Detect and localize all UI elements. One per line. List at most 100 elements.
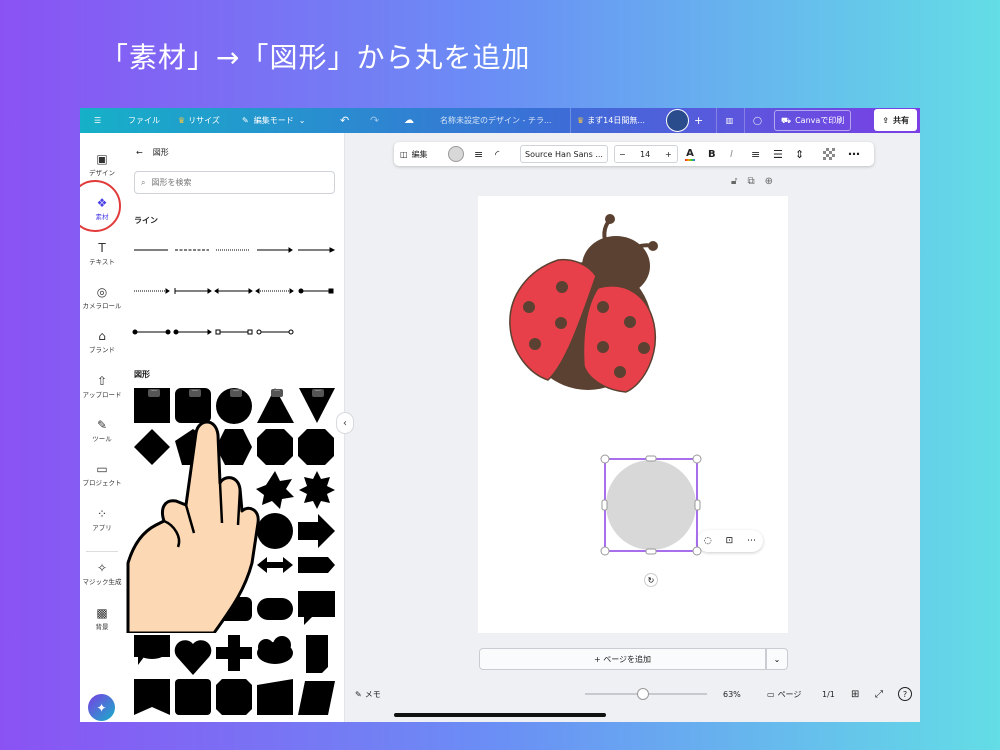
pencil-icon: ✎ <box>242 116 249 125</box>
magic-assistant-button[interactable]: ✦ <box>88 694 115 721</box>
shape-more-icon[interactable]: ··· <box>312 389 324 397</box>
comment-icon[interactable]: ◯ <box>744 108 770 133</box>
list-icon[interactable]: ☰ <box>773 142 783 166</box>
pages-button[interactable]: ▭ ページ <box>767 682 801 706</box>
more-icon[interactable]: ⋯ <box>747 536 756 546</box>
rail-item-upload[interactable]: ⇧ アップロード <box>80 373 124 399</box>
camera-icon: ◎ <box>96 285 108 299</box>
edit-mode-label: 編集モード <box>253 116 294 125</box>
side-rail: ▣ デザイン ❖ 素材 T テキスト ◎ カメラロール ⌂ ブランド ⇧ アップロード ✎ ツ… <box>80 133 124 722</box>
font-size-decrease-button[interactable]: − <box>619 142 626 166</box>
trial-label: まず14日間無... <box>587 116 645 125</box>
background-icon: ▩ <box>96 606 108 620</box>
print-button[interactable]: ⛟ Canvaで印刷 <box>774 110 852 131</box>
truck-icon: ⛟ <box>781 115 792 125</box>
shape-more-icon[interactable]: ··· <box>189 389 201 397</box>
rail-divider <box>86 551 118 552</box>
help-icon[interactable]: ? <box>898 687 912 701</box>
elements-panel: ← 図形 ⌕ 図形を検索 ライン 図形 ··· ··· ··· ··· ··· <box>124 133 345 722</box>
canva-app: ☰ ファイル ♛ リサイズ ✎ 編集モード ⌄ ↶ ↷ ☁ 名称未設定のデザイン - … <box>80 108 920 722</box>
top-bar: ☰ ファイル ♛ リサイズ ✎ 編集モード ⌄ ↶ ↷ ☁ 名称未設定のデザイン - … <box>80 108 920 133</box>
rail-label: テキスト <box>89 258 115 266</box>
folder-icon: ▭ <box>96 462 108 476</box>
add-collaborator-icon[interactable]: + <box>694 108 703 133</box>
shape-more-icon[interactable]: ··· <box>230 389 242 397</box>
rail-label: デザイン <box>89 169 115 177</box>
page-actions: 🔓︎ ⧉ ⊕ <box>731 176 773 187</box>
chevron-down-icon: ⌄ <box>298 116 306 125</box>
rail-item-camera-roll[interactable]: ◎ カメラロール <box>80 284 124 310</box>
rail-item-projects[interactable]: ▭ プロジェクト <box>80 461 124 487</box>
insights-icon[interactable]: ▥ <box>716 108 742 133</box>
rotate-handle-icon[interactable]: ↻ <box>644 573 658 587</box>
lines-grid[interactable] <box>132 241 337 336</box>
rail-item-design[interactable]: ▣ デザイン <box>80 151 124 177</box>
crown-icon: ♛ <box>577 116 585 125</box>
rail-label: ツール <box>92 435 112 443</box>
grid-view-icon[interactable]: ⊞ <box>851 682 859 706</box>
notes-label: メモ <box>364 689 381 699</box>
design-page[interactable] <box>478 196 788 633</box>
shape-more-icon[interactable]: ··· <box>148 389 160 397</box>
hand-pointer-illustration <box>126 420 260 633</box>
line-spacing-icon[interactable]: ⇕ <box>795 142 804 166</box>
file-menu[interactable]: ファイル <box>128 108 160 133</box>
align-center-icon[interactable]: ≡ <box>751 142 760 166</box>
avatar[interactable] <box>666 109 689 132</box>
share-button[interactable]: ⇪ 共有 <box>874 109 917 131</box>
bold-button[interactable]: B <box>708 142 716 166</box>
hamburger-icon[interactable]: ☰ <box>94 108 101 133</box>
trial-button[interactable]: ♛ まず14日間無... <box>570 108 645 133</box>
corner-rounding-icon[interactable]: ◜ <box>495 142 499 166</box>
lock-icon[interactable]: 🔓︎ <box>731 176 737 187</box>
fullscreen-icon[interactable]: ⤢ <box>875 682 883 706</box>
rail-label: カメラロール <box>82 302 122 310</box>
lock-icon[interactable]: ⊡ <box>726 536 734 546</box>
redo-icon[interactable]: ↷ <box>370 108 379 133</box>
notes-button[interactable]: ✎ メモ <box>355 682 381 706</box>
zoom-slider-handle[interactable] <box>636 688 649 700</box>
duplicate-page-icon[interactable]: ⧉ <box>747 176 754 187</box>
text-color-icon[interactable]: A <box>685 142 695 166</box>
border-style-icon[interactable]: ≡ <box>474 142 483 166</box>
search-placeholder: 図形を検索 <box>151 178 192 187</box>
add-page-button[interactable]: + ページを追加 <box>479 648 766 670</box>
add-page-dropdown[interactable]: ⌄ <box>766 648 788 670</box>
share-icon: ⇪ <box>882 115 889 125</box>
rail-item-apps[interactable]: ⁘ アプリ <box>80 506 124 532</box>
headline: 「素材」→「図形」から丸を追加 <box>100 41 531 74</box>
shape-search-input[interactable]: ⌕ 図形を検索 <box>134 171 335 194</box>
panel-title: 図形 <box>152 148 169 157</box>
cloud-sync-icon[interactable]: ☁ <box>404 108 414 133</box>
add-page-icon[interactable]: ⊕ <box>765 176 773 187</box>
ladybug-illustration <box>509 214 658 393</box>
font-size-value[interactable]: 14 <box>640 142 650 166</box>
edit-mode-button[interactable]: ✎ 編集モード ⌄ <box>242 108 305 133</box>
back-arrow-icon[interactable]: ← <box>136 148 143 157</box>
shape-more-icon[interactable]: ··· <box>271 389 283 397</box>
more-options-button[interactable]: ⋯ <box>848 142 860 166</box>
transparency-icon[interactable] <box>823 148 835 160</box>
font-size-increase-button[interactable]: + <box>665 142 672 166</box>
rail-label: アップロード <box>82 391 122 399</box>
italic-button[interactable]: I <box>730 142 733 166</box>
edit-button[interactable]: ◫ 編集 <box>400 142 428 166</box>
rail-item-background[interactable]: ▩ 背景 <box>80 605 124 631</box>
rail-item-magic[interactable]: ✧ マジック生成 <box>80 560 124 586</box>
home-indicator <box>394 713 606 717</box>
rail-item-text[interactable]: T テキスト <box>80 240 124 266</box>
fill-color-swatch[interactable] <box>448 146 464 162</box>
rail-label: アプリ <box>92 524 112 532</box>
selected-circle-element[interactable] <box>599 454 724 564</box>
rail-item-brand[interactable]: ⌂ ブランド <box>80 328 124 354</box>
crown-icon: ♛ <box>178 116 186 125</box>
zoom-value[interactable]: 63% <box>723 682 741 706</box>
font-family-select[interactable]: Source Han Sans ... <box>520 145 608 163</box>
panel-collapse-button[interactable]: ‹ <box>336 412 354 434</box>
resize-button[interactable]: ♛ リサイズ <box>178 108 220 133</box>
undo-icon[interactable]: ↶ <box>340 108 349 133</box>
document-title[interactable]: 名称未設定のデザイン - チラ... <box>440 108 552 133</box>
rail-item-tools[interactable]: ✎ ツール <box>80 417 124 443</box>
edit-label: 編集 <box>411 149 428 159</box>
page-count[interactable]: 1/1 <box>822 682 835 706</box>
